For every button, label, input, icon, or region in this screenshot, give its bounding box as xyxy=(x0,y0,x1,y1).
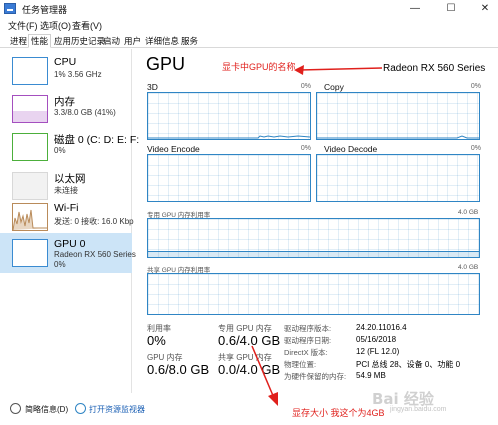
graph-copy xyxy=(316,92,480,140)
graph-shared-memory xyxy=(147,273,480,315)
tab-services[interactable]: 服务 xyxy=(178,34,201,48)
tab-startup[interactable]: 启动 xyxy=(100,34,123,48)
info-key-directx: DirectX 版本: xyxy=(284,348,328,357)
task-manager-icon xyxy=(4,3,16,14)
sidebar-item-sub: 发送: 0 接收: 16.0 Kbp xyxy=(54,217,134,226)
info-val-location: PCI 总线 28、设备 0、功能 0 xyxy=(356,360,461,369)
info-key-driver-version: 驱动程序版本: xyxy=(284,324,332,333)
maximize-button[interactable]: ☐ xyxy=(440,2,462,16)
resource-sidebar: CPU 1% 3.56 GHz 内存 3.3/8.0 GB (41%) 磁盘 0… xyxy=(0,49,139,393)
graph-label-copy: Copy xyxy=(324,82,344,92)
cpu-thumbnail-graph xyxy=(12,57,48,85)
menu-file[interactable]: 文件(F) xyxy=(8,19,38,32)
chevron-up-icon[interactable] xyxy=(10,403,21,414)
page-title: GPU xyxy=(146,54,186,74)
graph-video-encode xyxy=(147,154,311,202)
sidebar-item-wifi[interactable]: Wi-Fi 发送: 0 接收: 16.0 Kbp xyxy=(0,197,134,237)
sidebar-item-sub: 未连接 xyxy=(54,186,78,195)
info-key-reserved-memory: 为硬件保留的内存: xyxy=(284,372,347,381)
sidebar-item-sub2: 0% xyxy=(54,260,66,269)
info-key-location: 物理位置: xyxy=(284,360,317,369)
sidebar-item-title: GPU 0 xyxy=(54,238,86,250)
info-val-reserved-memory: 54.9 MB xyxy=(356,371,386,380)
tab-performance[interactable]: 性能 xyxy=(28,34,52,48)
window-title: 任务管理器 xyxy=(22,5,68,15)
shared-memory-max: 4.0 GB xyxy=(458,264,479,271)
graph-3d-line xyxy=(148,135,310,139)
sidebar-item-gpu[interactable]: GPU 0 Radeon RX 560 Series 0% xyxy=(0,233,136,273)
info-val-directx: 12 (FL 12.0) xyxy=(356,347,400,356)
open-resource-monitor-link[interactable]: 打开资源监视器 xyxy=(89,404,145,415)
sidebar-item-title: Wi-Fi xyxy=(54,202,79,214)
gpu-model-name: Radeon RX 560 Series xyxy=(383,63,486,74)
dedicated-memory-fill xyxy=(148,251,479,257)
graph-video-decode xyxy=(316,154,480,202)
graph-dedicated-memory xyxy=(147,218,480,258)
menu-bar: 文件(F) 选项(O) 查看(V) xyxy=(0,18,498,32)
title-bar: 任务管理器 — ☐ ✕ xyxy=(0,0,498,18)
graph-pct-copy: 0% xyxy=(470,83,481,90)
annotation-gpu-name: 显卡中GPU的名称 xyxy=(222,62,296,72)
sidebar-item-cpu[interactable]: CPU 1% 3.56 GHz xyxy=(0,51,132,91)
info-val-driver-version: 24.20.11016.4 xyxy=(356,323,407,332)
graph-copy-line xyxy=(317,135,479,139)
sidebar-item-sub: 0% xyxy=(54,146,66,155)
gpu-thumbnail-graph xyxy=(12,239,48,267)
sidebar-item-sub: 1% 3.56 GHz xyxy=(54,70,102,79)
sidebar-item-sub: 3.3/8.0 GB (41%) xyxy=(54,108,116,117)
utilization-value: 0% xyxy=(147,333,166,348)
wifi-activity-chart xyxy=(12,209,47,231)
disk-thumbnail-graph xyxy=(12,133,48,161)
resource-monitor-icon xyxy=(75,403,86,414)
tab-users[interactable]: 用户 xyxy=(121,34,144,48)
graph-label-3d: 3D xyxy=(147,82,158,92)
memory-fill xyxy=(13,111,47,122)
tab-processes[interactable]: 进程 xyxy=(7,34,30,48)
graph-pct-video-decode: 0% xyxy=(470,145,481,152)
fewer-details-link[interactable]: 简略信息(D) xyxy=(25,404,68,415)
graph-pct-video-encode: 0% xyxy=(300,145,311,152)
watermark-url: jingyan.baidu.com xyxy=(390,406,447,413)
info-val-driver-date: 05/16/2018 xyxy=(356,335,397,344)
graph-3d xyxy=(147,92,311,140)
menu-options[interactable]: 选项(O) xyxy=(40,19,71,32)
gpu-memory-stat-value: 0.6/8.0 GB xyxy=(147,362,210,377)
sidebar-item-memory[interactable]: 内存 3.3/8.0 GB (41%) xyxy=(0,89,132,129)
sidebar-item-disk[interactable]: 磁盘 0 (C: D: E: F: 0% xyxy=(0,127,139,167)
minimize-button[interactable]: — xyxy=(404,2,426,16)
sidebar-item-title: 以太网 xyxy=(54,173,86,185)
menu-view[interactable]: 查看(V) xyxy=(72,19,102,32)
ethernet-thumbnail-graph xyxy=(12,172,48,200)
memory-thumbnail-graph xyxy=(12,95,48,123)
sidebar-item-sub: Radeon RX 560 Series xyxy=(54,250,136,259)
graph-label-video-encode: Video Encode xyxy=(147,144,200,154)
sidebar-item-title: CPU xyxy=(54,56,77,68)
annotation-arrow-icon xyxy=(294,65,383,75)
sidebar-item-title: 内存 xyxy=(54,96,75,108)
graph-pct-3d: 0% xyxy=(300,83,311,90)
graph-label-video-decode: Video Decode xyxy=(324,144,378,154)
sidebar-item-title: 磁盘 0 (C: D: E: F: xyxy=(54,134,140,146)
info-key-driver-date: 驱动程序日期: xyxy=(284,336,332,345)
tab-bar: 进程 性能 应用历史记录 启动 用户 详细信息 服务 xyxy=(0,32,498,48)
dedicated-memory-max: 4.0 GB xyxy=(458,209,479,216)
wifi-thumbnail-graph xyxy=(12,203,48,231)
tab-details[interactable]: 详细信息 xyxy=(142,34,182,48)
close-button[interactable]: ✕ xyxy=(474,2,496,16)
